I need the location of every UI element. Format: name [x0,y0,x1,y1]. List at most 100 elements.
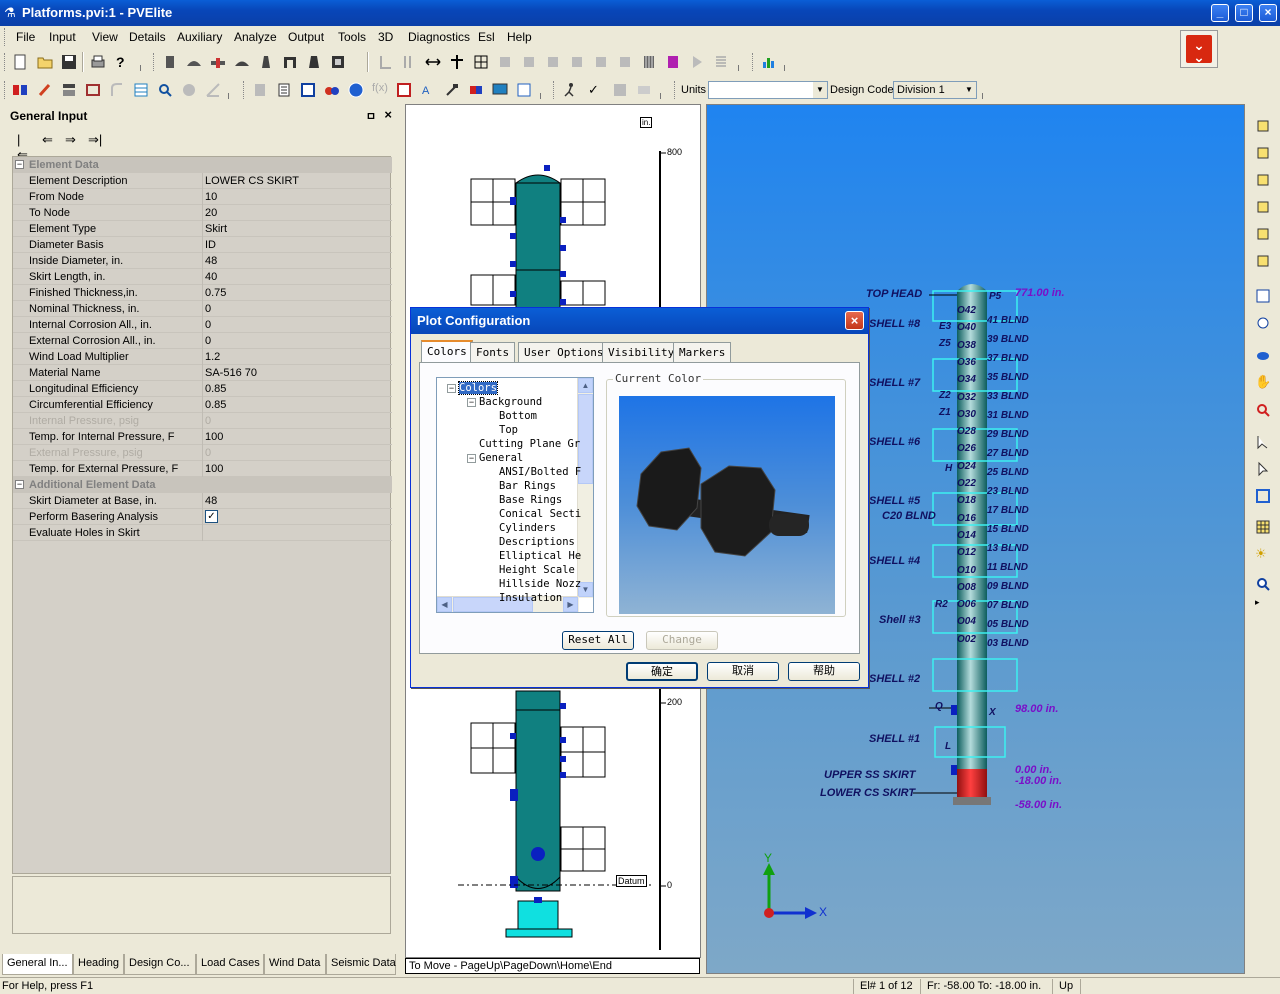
pan-hand-icon[interactable]: ✋ [1255,374,1271,390]
menu-diagnostics[interactable]: Diagnostics [408,30,470,44]
skirt-icon[interactable] [306,54,322,70]
table-icon[interactable] [133,82,149,98]
toolbar-overflow[interactable] [738,65,744,71]
property-row[interactable]: External Pressure, psig 0 [13,445,392,461]
horizontal-arrows-icon[interactable] [425,54,441,70]
tree-item[interactable]: Cutting Plane Gr [479,438,580,450]
property-row[interactable]: Element Type Skirt [13,221,392,237]
design-code-select[interactable]: Division 1 ▼ [893,81,977,99]
select-icon[interactable] [1255,434,1271,450]
tab-colors[interactable]: Colors [421,340,473,363]
property-row[interactable]: Nominal Thickness, in. 0 [13,301,392,317]
zoom-all-icon[interactable] [1255,576,1271,592]
minimize-button[interactable]: _ [1211,4,1229,22]
bar-chart-icon[interactable] [761,54,777,70]
scroll-up-icon[interactable]: ▲ [578,378,593,393]
toolbar-grip-2[interactable] [153,53,156,71]
zoom-window-icon[interactable] [1255,315,1271,331]
disabled-tool-4-icon[interactable] [569,54,585,70]
nozzle-icon[interactable] [282,54,298,70]
property-row[interactable]: External Corrosion All., in. 0 [13,333,392,349]
property-row[interactable]: Circumferential Efficiency 0.85 [13,397,392,413]
property-value[interactable]: 0 [205,447,211,459]
paint-icon[interactable] [37,82,53,98]
property-value[interactable]: 1.2 [205,351,220,363]
tree-item[interactable]: Base Rings [499,494,562,506]
toolbar-overflow[interactable] [540,93,546,99]
tree-collapse-icon[interactable]: − [467,398,476,407]
property-value[interactable]: 0 [205,319,211,331]
tree-item[interactable]: Background [479,396,542,408]
view-iso-6-icon[interactable] [1255,253,1271,269]
property-value[interactable]: 0 [205,415,211,427]
zoom-in-icon[interactable] [1255,402,1271,418]
function-icon[interactable]: f(x) [372,82,388,98]
property-row[interactable]: Inside Diameter, in. 48 [13,253,392,269]
flange-icon[interactable] [210,54,226,70]
property-value[interactable]: 0.75 [205,287,226,299]
menu-details[interactable]: Details [129,30,166,44]
striped-tool-icon[interactable] [641,54,657,70]
elliptical-head-icon[interactable] [186,54,202,70]
save-icon[interactable] [61,54,77,70]
property-row[interactable]: Diameter Basis ID [13,237,392,253]
light-icon[interactable]: ☀ [1255,546,1267,562]
property-row[interactable]: Longitudinal Efficiency 0.85 [13,381,392,397]
clouds-icon[interactable] [324,82,340,98]
tab-load-cases[interactable]: Load Cases [196,954,264,975]
tab-markers[interactable]: Markers [673,342,732,362]
property-value[interactable]: SA-516 70 [205,367,257,379]
page-gray-icon[interactable] [252,82,268,98]
pin-icon[interactable]: ㅁ [366,108,376,124]
view-iso-1-icon[interactable] [1255,118,1271,134]
chevron-right-icon[interactable]: ▸ [1255,597,1260,608]
pointer-icon[interactable] [1255,461,1271,477]
menu-output[interactable]: Output [288,30,324,44]
print-icon[interactable] [90,54,106,70]
menu-view[interactable]: View [92,30,118,44]
body-flange-icon[interactable] [330,54,346,70]
stack-icon[interactable] [61,82,77,98]
font-icon[interactable]: A [420,82,436,98]
hammer-icon[interactable] [444,82,460,98]
open-folder-icon[interactable] [37,54,53,70]
view-iso-4-icon[interactable] [1255,199,1271,215]
cancel-button[interactable]: 取消 [707,662,779,681]
tab-visibility[interactable]: Visibility [602,342,681,362]
globe-icon[interactable] [348,82,364,98]
property-row[interactable]: Finished Thickness,in. 0.75 [13,285,392,301]
toolbar-grip-2[interactable] [243,81,246,99]
tray-icon[interactable] [85,82,101,98]
tab-fonts[interactable]: Fonts [470,342,516,362]
property-row[interactable]: Temp. for External Pressure, F 100 [13,461,392,477]
monitor-icon[interactable] [492,82,508,98]
color-tree[interactable]: ▲ ▼ ◀ ▶ − Colors − Background Bottom Top Cutti… [436,377,594,613]
tree-item[interactable]: ANSI/Bolted F [499,466,581,478]
torispherical-head-icon[interactable] [234,54,250,70]
menu-help[interactable]: Help [507,30,532,44]
tree-item[interactable]: Conical Secti [499,508,581,520]
property-row[interactable]: Material Name SA-516 70 [13,365,392,381]
menu-3d[interactable]: 3D [378,30,393,44]
property-row[interactable]: From Node 10 [13,189,392,205]
property-row[interactable]: Skirt Length, in. 40 [13,269,392,285]
toolbar-overflow[interactable] [660,93,666,99]
tab-design-constraints[interactable]: Design Co... [124,954,196,975]
property-value[interactable]: ID [205,239,216,251]
toolbar-grip-3[interactable] [752,53,755,71]
cylinder-icon[interactable] [162,54,178,70]
toolbar-grip-3[interactable] [553,81,556,99]
curve-icon[interactable] [109,82,125,98]
property-value[interactable]: 100 [205,463,223,475]
tree-item[interactable]: Colors [458,381,498,395]
property-value[interactable]: 100 [205,431,223,443]
ok-button[interactable]: 确定 [626,662,698,681]
check-icon[interactable]: ✓ [588,82,604,98]
tree-item[interactable]: Bottom [499,410,537,422]
view-iso-5-icon[interactable] [1255,226,1271,242]
property-row[interactable]: Element Description LOWER CS SKIRT [13,173,392,189]
fit-icon[interactable] [1255,488,1271,504]
insert-element-icon[interactable] [449,54,465,70]
property-row[interactable]: To Node 20 [13,205,392,221]
disabled-tool-3-icon[interactable] [545,54,561,70]
